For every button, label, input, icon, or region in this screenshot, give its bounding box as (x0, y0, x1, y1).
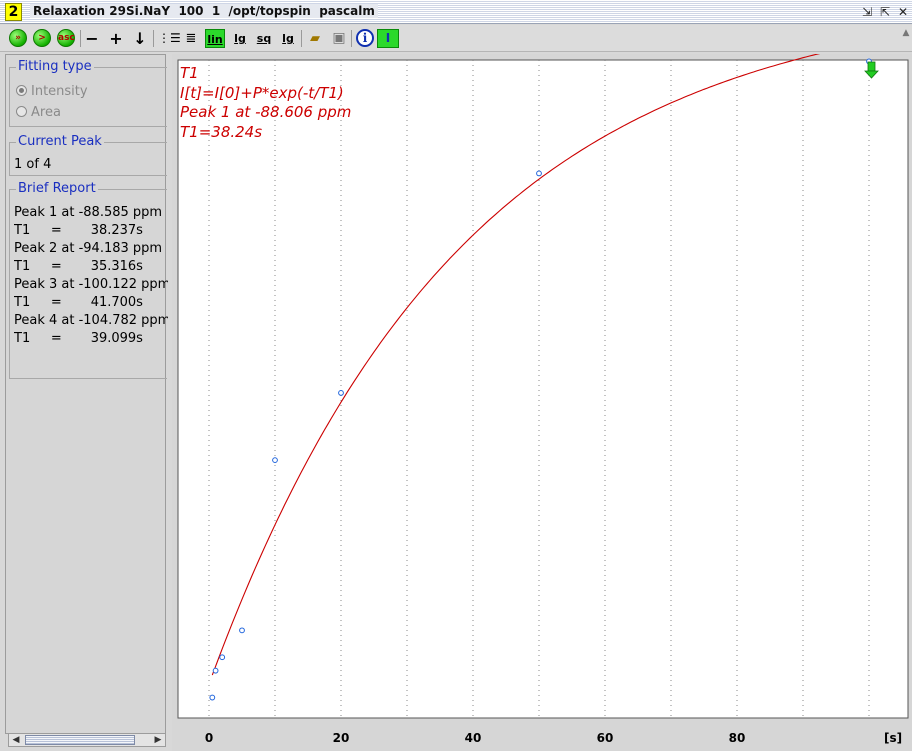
toolbar: » > asc − + ↓ ⋮☰ ≣ lin lg sq lg ▰ ▣ i I (0, 25, 912, 52)
down-arrow-button[interactable]: ↓ (131, 29, 149, 48)
log-scale-button[interactable]: lg (230, 29, 250, 48)
export-ascii-button[interactable]: asc (57, 29, 75, 47)
fitting-type-group: Fitting type Intensity Area (9, 59, 167, 127)
x-tick-label: 80 (729, 731, 746, 745)
toolbar-separator (153, 30, 154, 47)
scroll-right-icon[interactable]: ▶ (152, 734, 164, 746)
toolbar-separator (301, 30, 302, 47)
toolbar-separator (351, 30, 352, 47)
annotation-line: T1=38.24s (180, 123, 262, 141)
x-tick-label: 0 (205, 731, 213, 745)
peak-pick-icon[interactable]: I (377, 29, 399, 48)
data-point (536, 170, 542, 177)
log-log-scale-button[interactable]: lg (278, 29, 298, 48)
relaxation-plot[interactable]: 0 20 40 60 80 T1 I[t]=I[0]+P*exp(-t/T1) Peak… (172, 54, 912, 751)
toolbar-separator (80, 30, 81, 47)
folder-icon[interactable]: ▰ (306, 29, 324, 48)
radio-intensity[interactable]: Intensity (16, 84, 88, 99)
x-tick-label: 20 (333, 731, 350, 745)
report-line: Peak 4 at -104.782 ppm (14, 313, 168, 328)
previous-peak-button[interactable]: − (83, 29, 101, 48)
scroll-left-icon[interactable]: ◀ (10, 734, 22, 746)
fit-all-button[interactable]: » (9, 29, 27, 47)
radio-selected-icon (16, 85, 27, 96)
report-line: T1 = 38.237s (14, 223, 143, 238)
horizontal-scrollbar[interactable]: ◀ ▶ (8, 733, 166, 747)
annotation-line: T1 (180, 64, 199, 82)
data-point (239, 627, 245, 634)
info-icon[interactable]: i (356, 29, 374, 47)
current-peak-title: Current Peak (16, 134, 104, 149)
data-point (338, 390, 344, 396)
title-bar: 2 Relaxation 29Si.NaY 100 1 /opt/topspin… (0, 0, 912, 24)
fit-next-button[interactable]: > (33, 29, 51, 47)
x-axis-ticks: 0 20 40 60 80 (205, 731, 746, 745)
current-peak-group: Current Peak 1 of 4 (9, 134, 167, 176)
brief-report-title: Brief Report (16, 181, 98, 196)
radio-unselected-icon (16, 106, 27, 117)
annotation-line: Peak 1 at -88.606 ppm (180, 103, 351, 121)
x-tick-label: 60 (597, 731, 614, 745)
scroll-up-icon[interactable]: ▲ (900, 28, 912, 50)
fitting-type-title: Fitting type (16, 59, 94, 74)
next-peak-button[interactable]: + (107, 29, 125, 48)
report-line: T1 = 35.316s (14, 259, 143, 274)
plot-frame (177, 59, 909, 719)
minimize-icon[interactable]: ⇲ (860, 5, 874, 19)
report-line: T1 = 41.700s (14, 295, 143, 310)
report-line: Peak 3 at -100.122 ppm (14, 277, 168, 292)
report-line: T1 = 39.099s (14, 331, 143, 346)
brief-report-group: Brief Report Peak 1 at -88.585 ppm T1 = … (9, 181, 168, 379)
report-line: Peak 2 at -94.183 ppm (14, 241, 163, 256)
data-point (272, 457, 278, 464)
list-icon[interactable]: ⋮☰ (158, 29, 181, 48)
x-tick-label: 40 (465, 731, 482, 745)
table-icon[interactable]: ≣ (182, 29, 200, 48)
left-panel: Fitting type Intensity Area Current Peak… (5, 54, 168, 734)
linear-scale-button[interactable]: lin (205, 29, 225, 48)
report-line: Peak 1 at -88.585 ppm (14, 205, 163, 220)
data-point (209, 694, 216, 701)
data-point (212, 667, 219, 674)
current-peak-value: 1 of 4 (14, 157, 52, 172)
x-unit-label: [s] (884, 731, 902, 745)
scrollbar-thumb[interactable] (25, 735, 135, 745)
plot-area: 0 20 40 60 80 T1 I[t]=I[0]+P*exp(-t/T1) Peak… (172, 54, 912, 751)
maximize-icon[interactable]: ⇱ (878, 5, 892, 19)
window-title: Relaxation 29Si.NaY 100 1 /opt/topspin p… (30, 4, 378, 18)
radio-area[interactable]: Area (16, 105, 61, 120)
square-scale-button[interactable]: sq (254, 29, 274, 48)
annotation-line: I[t]=I[0]+P*exp(-t/T1) (180, 84, 344, 102)
save-icon[interactable]: ▣ (330, 29, 348, 48)
data-point (219, 654, 226, 661)
close-icon[interactable]: ✕ (896, 5, 910, 19)
window-number: 2 (5, 3, 22, 21)
